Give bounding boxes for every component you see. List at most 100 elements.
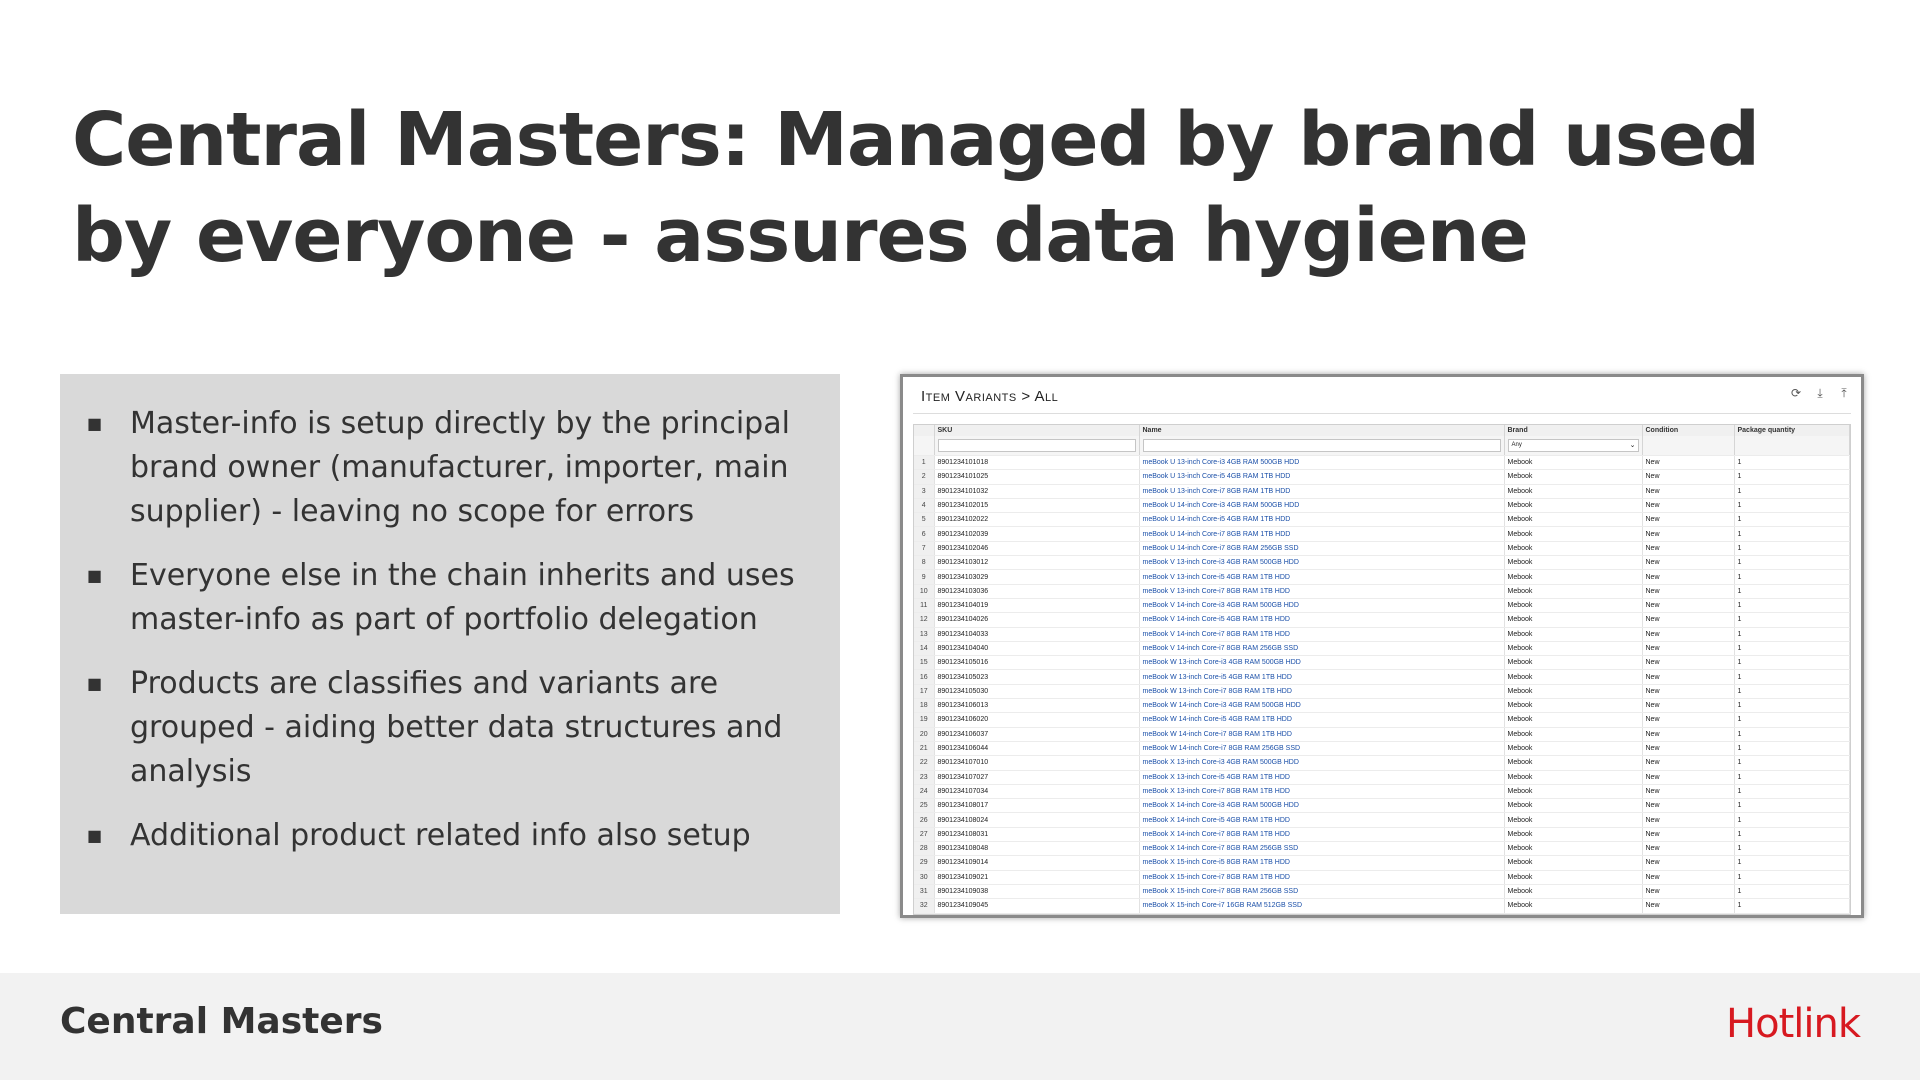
name-cell[interactable]: meBook X 15-inch Core-i7 8GB RAM 256GB S…	[1139, 884, 1505, 900]
table-row[interactable]: 19 8901234106020 meBook W 14-inch Core-i5 …	[914, 712, 1850, 728]
name-cell[interactable]: meBook W 13-inch Core-i3 4GB RAM 500GB H…	[1139, 655, 1505, 671]
name-cell[interactable]: meBook U 14-inch Core-i7 8GB RAM 256GB S…	[1139, 541, 1505, 557]
table-row[interactable]: 13 8901234104033 meBook V 14-inch Core-i7 …	[914, 627, 1850, 642]
name-cell[interactable]: meBook V 13-inch Core-i7 8GB RAM 1TB HDD	[1139, 584, 1505, 599]
footer: Central Masters Hotlink	[0, 973, 1920, 1080]
name-cell[interactable]: meBook U 14-inch Core-i5 4GB RAM 1TB HDD	[1139, 512, 1505, 528]
name-filter-input[interactable]	[1142, 439, 1501, 452]
name-cell[interactable]: meBook W 14-inch Core-i7 8GB RAM 1TB HDD	[1139, 727, 1505, 742]
upload-icon[interactable]: ⤒	[1837, 386, 1851, 400]
table-row[interactable]: 17 8901234105030 meBook W 13-inch Core-i7 …	[914, 684, 1850, 700]
condition-cell: New	[1642, 655, 1735, 671]
name-cell[interactable]: meBook V 14-inch Core-i7 8GB RAM 1TB HDD	[1139, 627, 1505, 642]
sku-cell: 8901234108017	[934, 798, 1140, 814]
table-row[interactable]: 29 8901234109014 meBook X 15-inch Core-i5 …	[914, 855, 1850, 871]
name-cell[interactable]: meBook V 14-inch Core-i7 8GB RAM 256GB S…	[1139, 641, 1505, 657]
sku-cell: 8901234102046	[934, 541, 1140, 557]
name-cell[interactable]: meBook X 14-inch Core-i7 8GB RAM 1TB HDD	[1139, 827, 1505, 843]
name-cell[interactable]: meBook X 13-inch Core-i7 8GB RAM 1TB HDD	[1139, 784, 1505, 800]
table-row[interactable]: 15 8901234105016 meBook W 13-inch Core-i3 …	[914, 655, 1850, 671]
name-cell[interactable]: meBook W 14-inch Core-i5 4GB RAM 1TB HDD	[1139, 712, 1505, 728]
brand-cell: Mebook	[1504, 827, 1643, 843]
table-row[interactable]: 16 8901234105023 meBook W 13-inch Core-i5 …	[914, 669, 1850, 685]
name-cell[interactable]: meBook X 14-inch Core-i7 8GB RAM 256GB S…	[1139, 841, 1505, 857]
table-row[interactable]: 3 8901234101032 meBook U 13-inch Core-i7 8…	[914, 484, 1850, 499]
brand-cell: Mebook	[1504, 784, 1643, 800]
column-header-condition[interactable]: Condition	[1642, 425, 1735, 436]
name-cell[interactable]: meBook W 14-inch Core-i3 4GB RAM 500GB H…	[1139, 698, 1505, 714]
sku-cell: 8901234107034	[934, 784, 1140, 800]
row-number: 24	[914, 784, 935, 800]
table-row[interactable]: 25 8901234108017 meBook X 14-inch Core-i3 …	[914, 798, 1850, 814]
table-row[interactable]: 32 8901234109045 meBook X 15-inch Core-i7 …	[914, 898, 1850, 914]
refresh-icon[interactable]: ⟳	[1789, 386, 1803, 400]
sku-filter-input[interactable]	[937, 439, 1136, 452]
table-row[interactable]: 12 8901234104026 meBook V 14-inch Core-i5 …	[914, 612, 1850, 628]
name-cell[interactable]: meBook V 13-inch Core-i5 4GB RAM 1TB HDD	[1139, 569, 1505, 585]
table-row[interactable]: 22 8901234107010 meBook X 13-inch Core-i3 …	[914, 755, 1850, 771]
name-cell[interactable]: meBook W 14-inch Core-i7 8GB RAM 256GB S…	[1139, 741, 1505, 757]
table-row[interactable]: 1 8901234101018 meBook U 13-inch Core-i3 4…	[914, 455, 1850, 471]
package-quantity-cell: 1	[1734, 884, 1850, 900]
sku-cell: 8901234109045	[934, 898, 1140, 914]
name-cell[interactable]: meBook W 13-inch Core-i5 4GB RAM 1TB HDD	[1139, 669, 1505, 685]
table-row[interactable]: 2 8901234101025 meBook U 13-inch Core-i5 4…	[914, 469, 1850, 485]
name-cell[interactable]: meBook X 15-inch Core-i7 16GB RAM 512GB …	[1139, 898, 1505, 914]
table-row[interactable]: 4 8901234102015 meBook U 14-inch Core-i3 4…	[914, 498, 1850, 514]
table-row[interactable]: 7 8901234102046 meBook U 14-inch Core-i7 8…	[914, 541, 1850, 557]
brand-cell: Mebook	[1504, 484, 1643, 499]
sku-cell: 8901234106013	[934, 698, 1140, 714]
download-icon[interactable]: ⤓	[1813, 386, 1827, 400]
table-row[interactable]: 11 8901234104019 meBook V 14-inch Core-i3 …	[914, 598, 1850, 614]
brand-cell: Mebook	[1504, 512, 1643, 528]
row-number: 32	[914, 898, 935, 914]
table-row[interactable]: 31 8901234109038 meBook X 15-inch Core-i7 …	[914, 884, 1850, 900]
column-header-brand[interactable]: Brand	[1504, 425, 1643, 436]
name-cell[interactable]: meBook X 15-inch Core-i7 8GB RAM 1TB HDD	[1139, 870, 1505, 885]
table-row[interactable]: 21 8901234106044 meBook W 14-inch Core-i7 …	[914, 741, 1850, 757]
table-row[interactable]: 27 8901234108031 meBook X 14-inch Core-i7 …	[914, 827, 1850, 843]
table-row[interactable]: 5 8901234102022 meBook U 14-inch Core-i5 4…	[914, 512, 1850, 528]
row-number: 28	[914, 841, 935, 857]
name-cell[interactable]: meBook X 14-inch Core-i3 4GB RAM 500GB H…	[1139, 798, 1505, 814]
package-quantity-cell: 1	[1734, 898, 1850, 914]
package-quantity-cell: 1	[1734, 755, 1850, 771]
chevron-down-icon: ⌄	[1629, 442, 1636, 449]
name-cell[interactable]: meBook X 13-inch Core-i5 4GB RAM 1TB HDD	[1139, 770, 1505, 785]
table-row[interactable]: 28 8901234108048 meBook X 14-inch Core-i7 …	[914, 841, 1850, 857]
name-cell[interactable]: meBook U 14-inch Core-i7 8GB RAM 1TB HDD	[1139, 526, 1505, 542]
name-cell[interactable]: meBook V 14-inch Core-i3 4GB RAM 500GB H…	[1139, 598, 1505, 614]
table-row[interactable]: 23 8901234107027 meBook X 13-inch Core-i5 …	[914, 770, 1850, 785]
package-quantity-cell: 1	[1734, 712, 1850, 728]
table-row[interactable]: 24 8901234107034 meBook X 13-inch Core-i7 …	[914, 784, 1850, 800]
name-cell[interactable]: meBook U 13-inch Core-i5 4GB RAM 1TB HDD	[1139, 469, 1505, 485]
table-row[interactable]: 20 8901234106037 meBook W 14-inch Core-i7 …	[914, 727, 1850, 742]
name-cell[interactable]: meBook X 15-inch Core-i5 8GB RAM 1TB HDD	[1139, 855, 1505, 871]
table-row[interactable]: 18 8901234106013 meBook W 14-inch Core-i3 …	[914, 698, 1850, 714]
table-row[interactable]: 30 8901234109021 meBook X 15-inch Core-i7 …	[914, 870, 1850, 885]
package-quantity-cell: 1	[1734, 598, 1850, 614]
table-row[interactable]: 26 8901234108024 meBook X 14-inch Core-i5 …	[914, 812, 1850, 828]
name-cell[interactable]: meBook W 13-inch Core-i7 8GB RAM 1TB HDD	[1139, 684, 1505, 700]
name-cell[interactable]: meBook X 14-inch Core-i5 4GB RAM 1TB HDD	[1139, 812, 1505, 828]
table-row[interactable]: 8 8901234103012 meBook V 13-inch Core-i3 4…	[914, 555, 1850, 571]
item-variants-screenshot: Item Variants > All ⟳ ⤓ ⤒ SKU Name Brand…	[900, 374, 1864, 918]
column-header-name[interactable]: Name	[1139, 425, 1505, 436]
name-cell[interactable]: meBook X 13-inch Core-i3 4GB RAM 500GB H…	[1139, 755, 1505, 771]
brand-cell: Mebook	[1504, 684, 1643, 700]
column-header-package-quantity[interactable]: Package quantity	[1734, 425, 1850, 436]
table-row[interactable]: 14 8901234104040 meBook V 14-inch Core-i7 …	[914, 641, 1850, 657]
column-header-sku[interactable]: SKU	[934, 425, 1140, 436]
table-row[interactable]: 9 8901234103029 meBook V 13-inch Core-i5 4…	[914, 569, 1850, 585]
name-cell[interactable]: meBook U 13-inch Core-i3 4GB RAM 500GB H…	[1139, 455, 1505, 471]
table-row[interactable]: 10 8901234103036 meBook V 13-inch Core-i7 …	[914, 584, 1850, 599]
name-cell[interactable]: meBook V 13-inch Core-i3 4GB RAM 500GB H…	[1139, 555, 1505, 571]
row-number: 1	[914, 455, 935, 471]
name-cell[interactable]: meBook U 14-inch Core-i3 4GB RAM 500GB H…	[1139, 498, 1505, 514]
name-cell[interactable]: meBook U 13-inch Core-i7 8GB RAM 1TB HDD	[1139, 484, 1505, 499]
row-number: 21	[914, 741, 935, 757]
brand-filter-select[interactable]: Any ⌄	[1507, 439, 1639, 452]
brand-cell: Mebook	[1504, 770, 1643, 785]
name-cell[interactable]: meBook V 14-inch Core-i5 4GB RAM 1TB HDD	[1139, 612, 1505, 628]
table-row[interactable]: 6 8901234102039 meBook U 14-inch Core-i7 8…	[914, 526, 1850, 542]
